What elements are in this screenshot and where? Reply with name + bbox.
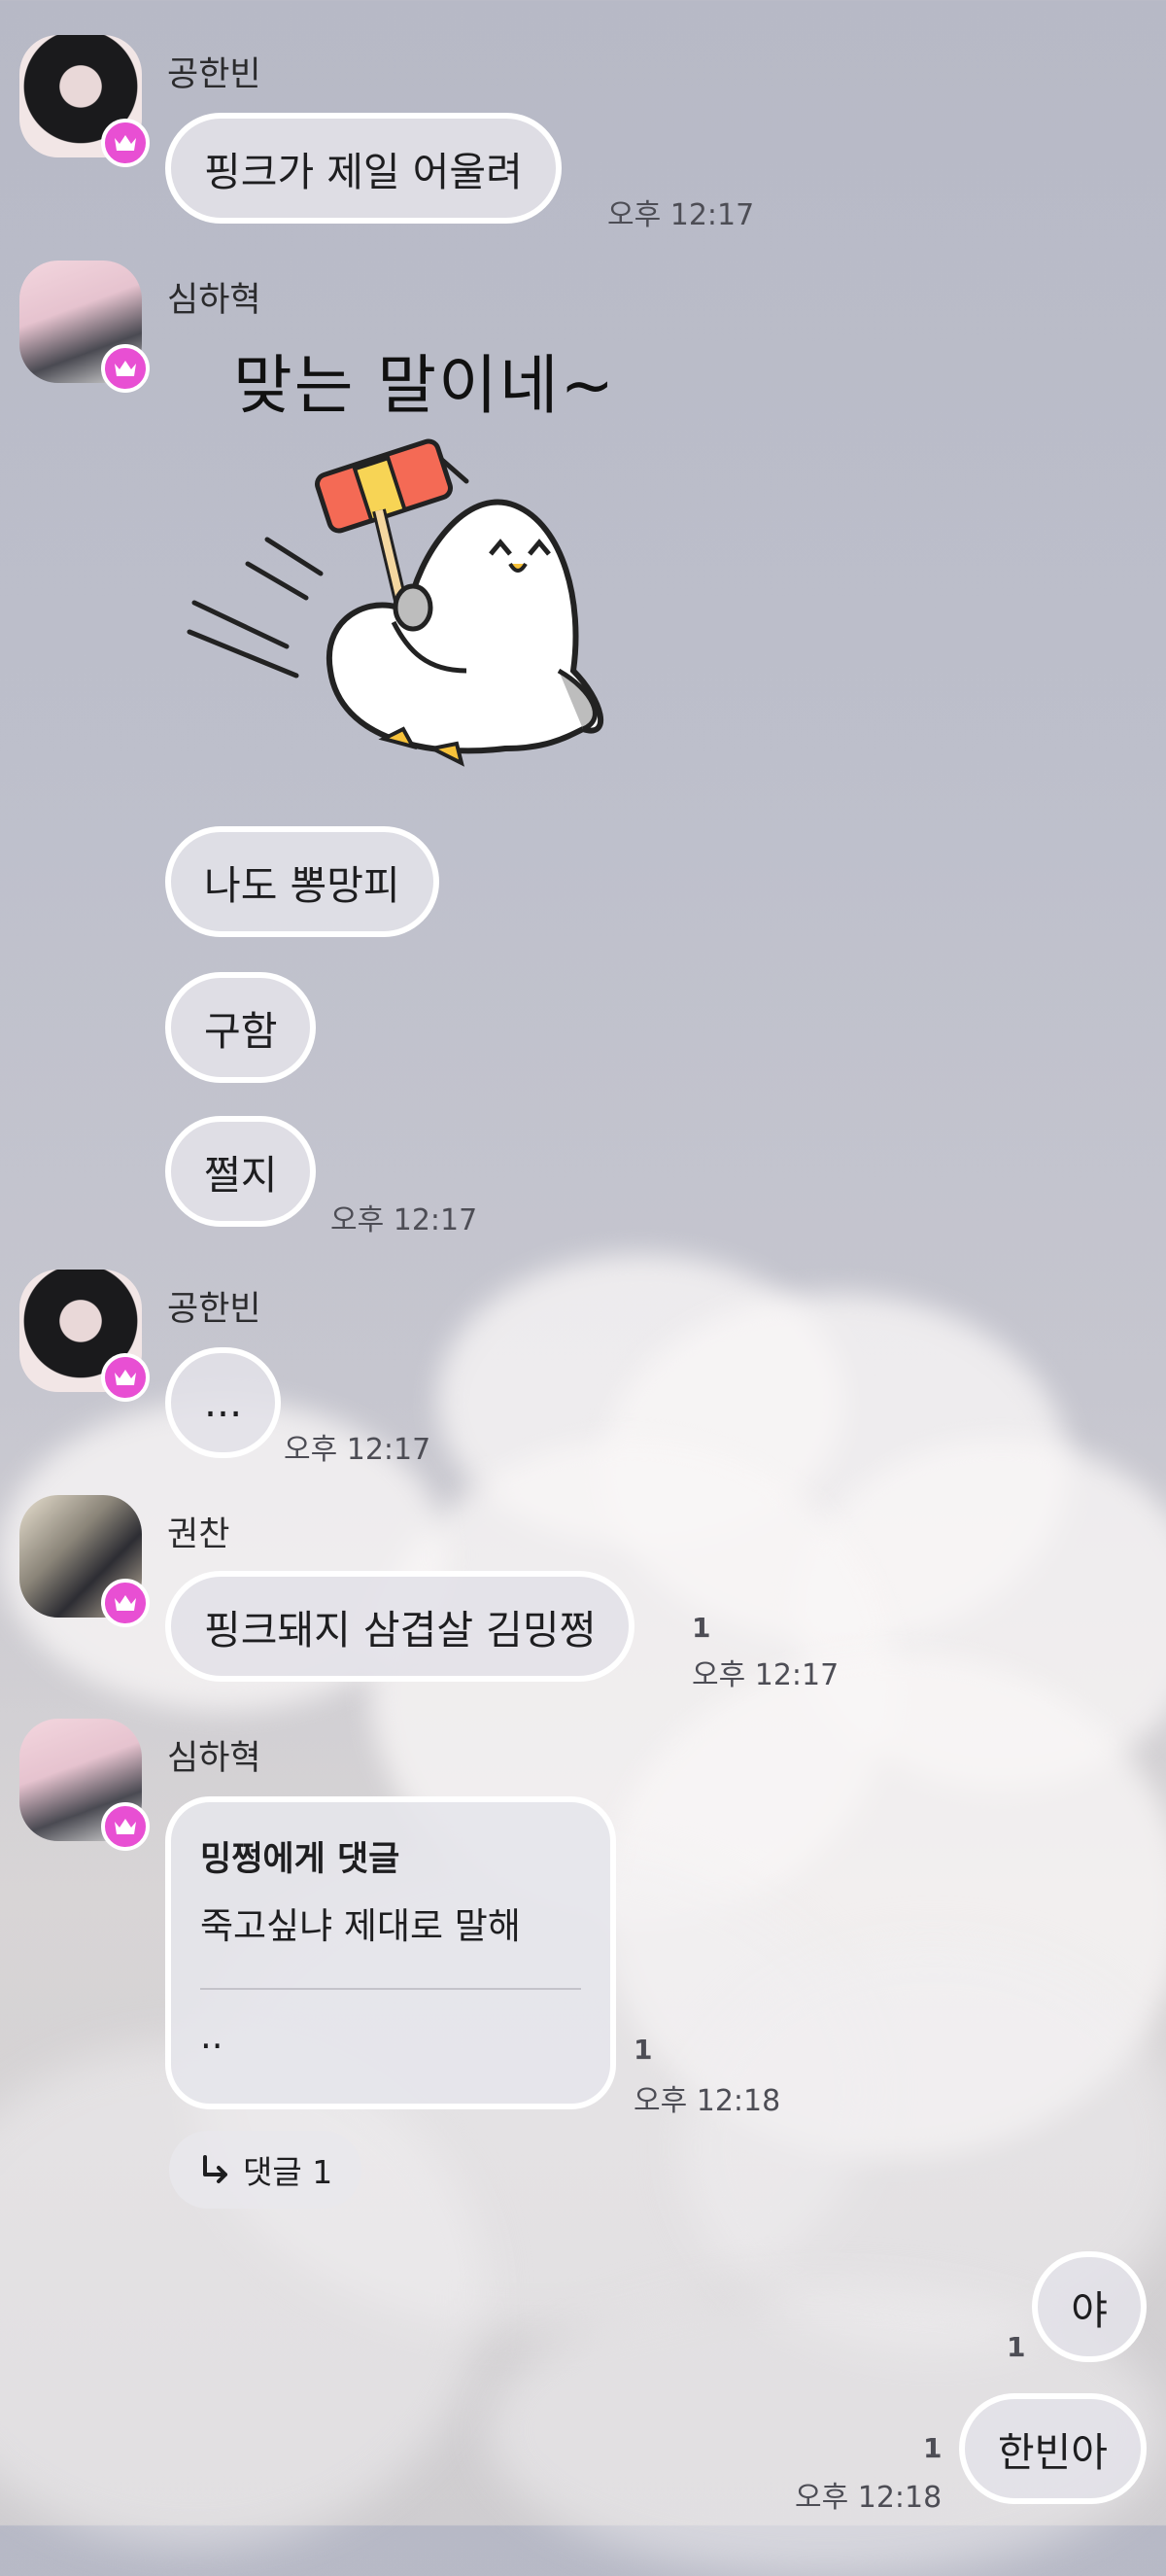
sender-name: 공한빈 <box>167 55 261 94</box>
avatar[interactable] <box>19 1495 150 1627</box>
avatar[interactable] <box>19 1719 150 1851</box>
crown-icon <box>101 1579 150 1627</box>
unread-count: 1 <box>923 2432 943 2464</box>
divider <box>200 1988 581 1990</box>
reply-quote: 죽고싶냐 제대로 말해 <box>200 1905 521 1947</box>
thread-replies-button[interactable]: 댓글 1 <box>169 2131 362 2209</box>
thread-replies-label: 댓글 1 <box>243 2153 333 2191</box>
message-time: 오후 12:18 <box>795 2481 943 2515</box>
unread-count: 1 <box>634 2034 653 2066</box>
crown-icon <box>101 1802 150 1851</box>
crown-icon <box>101 344 150 393</box>
sender-name: 공한빈 <box>167 1290 261 1329</box>
sticker-caption: 맞는 말이네~ <box>233 348 616 423</box>
unread-count: 1 <box>1007 2331 1026 2363</box>
crown-icon <box>101 1353 150 1402</box>
message-time: 오후 12:18 <box>634 2084 781 2118</box>
sender-name: 권찬 <box>167 1515 230 1554</box>
message-time: 오후 12:17 <box>330 1203 478 1237</box>
message-bubble[interactable]: 핑크가 제일 어울려 <box>165 113 562 224</box>
message-bubble[interactable]: 구함 <box>165 972 317 1083</box>
reply-message-card[interactable]: 밍쩡에게 댓글 죽고싶냐 제대로 말해 .. <box>165 1796 616 2109</box>
message-bubble[interactable]: ... <box>165 1347 282 1458</box>
my-message-bubble[interactable]: 야 <box>1032 2251 1147 2362</box>
reply-body: .. <box>200 2015 223 2057</box>
avatar[interactable] <box>19 1270 150 1402</box>
unread-count: 1 <box>692 1612 711 1644</box>
avatar[interactable] <box>19 35 150 167</box>
reply-arrow-icon <box>203 2155 227 2183</box>
message-time: 오후 12:17 <box>284 1433 431 1467</box>
avatar[interactable] <box>19 261 150 393</box>
reply-target: 밍쩡에게 댓글 <box>200 1840 400 1879</box>
sender-name: 심하혁 <box>167 281 261 320</box>
my-message-bubble[interactable]: 한빈아 <box>958 2393 1147 2504</box>
sender-name: 심하혁 <box>167 1739 261 1778</box>
crown-icon <box>101 119 150 167</box>
message-time: 오후 12:17 <box>692 1658 840 1692</box>
message-bubble[interactable]: 나도 뽕망피 <box>165 826 439 937</box>
message-bubble[interactable]: 쩔지 <box>165 1116 317 1227</box>
duck-hammer-sticker[interactable] <box>175 428 632 797</box>
message-bubble[interactable]: 핑크돼지 삼겹살 김밍쩡 <box>165 1571 635 1682</box>
message-time: 오후 12:17 <box>607 198 755 232</box>
